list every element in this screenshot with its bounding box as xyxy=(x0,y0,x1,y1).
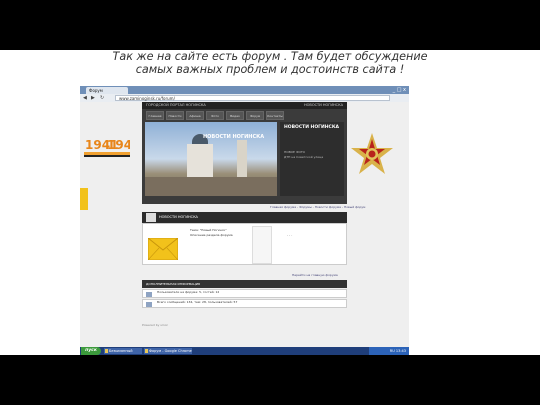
page-footer: Powered by uCoz xyxy=(142,323,168,327)
address-bar-row: ◀ ▶ ↻ www.zaminoginsk.ru/forum/ xyxy=(80,94,409,102)
menu-item-home[interactable]: Главная xyxy=(146,111,164,120)
site-top-right: НОВОСТИ НОГИНСКА xyxy=(304,103,343,107)
taskbar-item-label: Форум - Google Chrome xyxy=(149,349,192,353)
address-input[interactable]: www.zaminoginsk.ru/forum/ xyxy=(115,95,390,101)
taskbar: пуск Безымянный Форум - Google Chrome RU… xyxy=(80,347,409,355)
forum-last-post: - - - xyxy=(287,233,293,237)
back-to-forum-link[interactable]: Перейти на главную форума xyxy=(292,273,338,277)
caption-line-1: Так же на сайте есть форум . Там будет о… xyxy=(112,50,428,63)
start-button[interactable]: пуск xyxy=(81,347,101,355)
news-side-panel: НОВОСТИ НОГИНСКА НОВОЕ ФОТО ДТП на Совет… xyxy=(280,122,344,196)
forum-header: НОВОСТИ НОГИНСКА xyxy=(142,212,347,223)
info-header: ДОПОЛНИТЕЛЬНАЯ ИНФОРМАЦИЯ xyxy=(142,280,347,288)
users-icon xyxy=(146,292,152,297)
menu-item-news[interactable]: Новости xyxy=(166,111,184,120)
info-row: Пользователи на форуме: 5, гостей: 12 xyxy=(142,289,347,298)
system-tray-clock[interactable]: RU 13:43 xyxy=(369,347,409,355)
app-icon xyxy=(105,349,108,353)
reload-icon[interactable]: ↻ xyxy=(100,95,104,101)
forward-icon[interactable]: ▶ xyxy=(91,95,95,101)
forum-title[interactable]: НОВОСТИ НОГИНСКА xyxy=(159,215,198,219)
side-panel-title: НОВОСТИ НОГИНСКА xyxy=(284,125,340,130)
taskbar-item[interactable]: Безымянный xyxy=(104,348,142,354)
side-panel-item[interactable]: ДТП на Советской улице xyxy=(284,155,323,160)
victory-years-icon: 1941 1945 xyxy=(84,138,130,157)
houses xyxy=(145,177,277,196)
caption-line-2: самых важных проблем и достоинств сайта … xyxy=(135,63,405,76)
order-star-icon xyxy=(351,133,393,174)
slide-caption: Так же на сайте есть форум . Там будет о… xyxy=(60,50,480,76)
forum-stats-box xyxy=(252,226,272,264)
envelope-icon xyxy=(148,238,178,260)
breadcrumb[interactable]: Главная форума - Форумы - Новости форума… xyxy=(270,205,365,209)
window-controls[interactable]: _ □ x xyxy=(393,87,406,93)
menu-item-contacts[interactable]: Контакты xyxy=(266,111,284,120)
info-row-text: Всего сообщений: 134, тем: 28, пользоват… xyxy=(157,300,238,304)
forum-topic-line-2: Описание раздела форума xyxy=(190,233,233,237)
browser-tab[interactable]: Форум xyxy=(86,87,128,94)
info-row: Всего сообщений: 134, тем: 28, пользоват… xyxy=(142,299,347,308)
taskbar-item-label: Безымянный xyxy=(109,349,133,353)
slide: Так же на сайте есть форум . Там будет о… xyxy=(0,50,540,355)
site-top-strip: ГОРОДСКОЙ ПОРТАЛ НОГИНСКА НОВОСТИ НОГИНС… xyxy=(142,102,347,109)
web-page: 1941 1945 ГОРОДСКОЙ ПОРТАЛ НОГИНСКА НОВО… xyxy=(80,102,409,347)
svg-text:1945: 1945 xyxy=(107,138,130,152)
city-photo: НОВОСТИ НОГИНСКА xyxy=(145,122,277,196)
browser-window: Форум _ □ x ◀ ▶ ↻ www.zaminoginsk.ru/for… xyxy=(80,86,409,355)
menu-item-afisha[interactable]: Афиша xyxy=(186,111,204,120)
menu-item-video[interactable]: Видео xyxy=(226,111,244,120)
taskbar-item[interactable]: Форум - Google Chrome xyxy=(144,348,192,354)
photo-caption: НОВОСТИ НОГИНСКА xyxy=(203,134,265,140)
forum-logo-icon xyxy=(146,213,156,222)
menu-item-forum[interactable]: Форум xyxy=(246,111,264,120)
side-panel-text: НОВОЕ ФОТО ДТП на Советской улице xyxy=(284,150,323,160)
stats-icon xyxy=(146,302,152,307)
chrome-icon xyxy=(145,349,148,353)
back-icon[interactable]: ◀ xyxy=(83,95,87,101)
menu-item-photo[interactable]: Фото xyxy=(206,111,224,120)
bell-tower xyxy=(237,140,247,182)
side-banner-icon xyxy=(80,188,88,210)
forum-topic-text: Тема: "Новый Ногинск" Описание раздела ф… xyxy=(190,228,233,238)
site-header: ГОРОДСКОЙ ПОРТАЛ НОГИНСКА НОВОСТИ НОГИНС… xyxy=(142,102,347,204)
site-top-left: ГОРОДСКОЙ ПОРТАЛ НОГИНСКА xyxy=(146,103,206,107)
info-row-text: Пользователи на форуме: 5, гостей: 12 xyxy=(157,290,220,294)
browser-titlebar: Форум _ □ x xyxy=(80,86,409,94)
